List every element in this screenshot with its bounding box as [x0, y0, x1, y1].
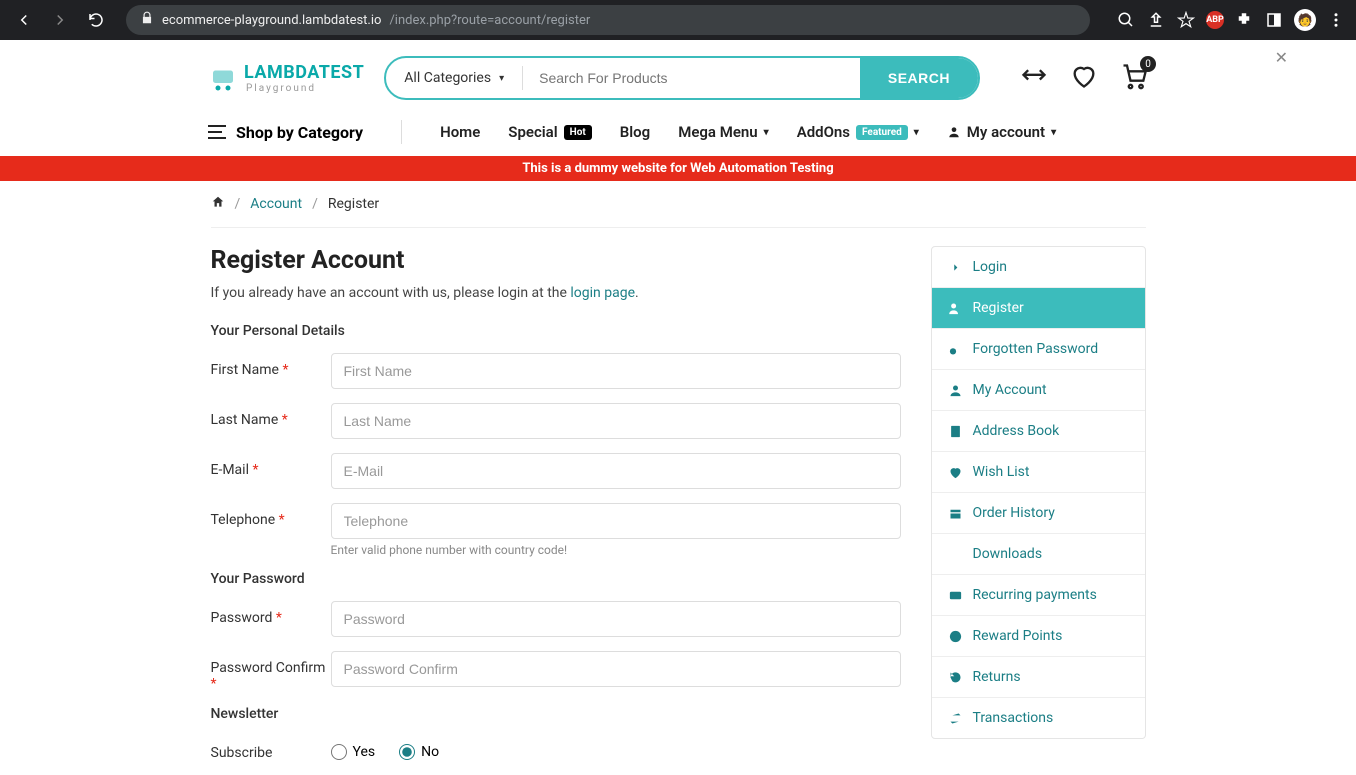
- sidebar-order-history[interactable]: Order History: [932, 493, 1145, 534]
- search-bar: All Categories ▾ SEARCH: [384, 56, 980, 100]
- chevron-down-icon: ▾: [764, 127, 769, 138]
- chevron-down-icon: ▾: [1051, 127, 1056, 138]
- subscribe-yes[interactable]: Yes: [331, 744, 376, 760]
- password-legend: Your Password: [211, 571, 901, 587]
- search-button[interactable]: SEARCH: [860, 58, 978, 98]
- email-label: E-Mail *: [211, 453, 331, 478]
- chrome-toolbar-icons: ABP 🧑: [1116, 9, 1346, 31]
- sidebar-transactions[interactable]: Transactions: [932, 698, 1145, 738]
- first-name-field[interactable]: [331, 353, 901, 389]
- breadcrumb-home[interactable]: [211, 195, 225, 213]
- breadcrumb-register: Register: [328, 196, 379, 212]
- chevron-down-icon: ▾: [914, 127, 919, 138]
- newsletter-legend: Newsletter: [211, 706, 901, 722]
- compare-icon[interactable]: [1020, 62, 1048, 94]
- close-icon[interactable]: ✕: [1275, 48, 1288, 67]
- featured-badge: Featured: [856, 125, 908, 140]
- password-confirm-field[interactable]: [331, 651, 901, 687]
- last-name-label: Last Name *: [211, 403, 331, 428]
- account-sidebar: Login Register Forgotten Password My Acc…: [931, 246, 1146, 739]
- telephone-help: Enter valid phone number with country co…: [331, 543, 901, 557]
- profile-avatar[interactable]: 🧑: [1294, 9, 1316, 31]
- bookmark-icon[interactable]: [1176, 10, 1196, 30]
- password-field[interactable]: [331, 601, 901, 637]
- login-page-link[interactable]: login page: [570, 285, 635, 301]
- subscribe-no[interactable]: No: [399, 744, 439, 760]
- cart-count-badge: 0: [1140, 56, 1156, 72]
- browser-forward-button[interactable]: [46, 6, 74, 34]
- page-title: Register Account: [211, 246, 901, 275]
- browser-back-button[interactable]: [10, 6, 38, 34]
- banner: This is a dummy website for Web Automati…: [0, 156, 1356, 181]
- url-bar[interactable]: ecommerce-playground.lambdatest.io/index…: [126, 5, 1090, 35]
- browser-reload-button[interactable]: [82, 6, 110, 34]
- logo[interactable]: LAMBDATEST Playground: [208, 62, 364, 94]
- zoom-icon[interactable]: [1116, 10, 1136, 30]
- panel-icon[interactable]: [1264, 10, 1284, 30]
- main-nav: Shop by Category Home Special Hot Blog M…: [208, 112, 1148, 156]
- url-path: /index.php?route=account/register: [389, 13, 590, 28]
- shop-by-category[interactable]: Shop by Category: [208, 123, 363, 142]
- url-host: ecommerce-playground.lambdatest.io: [162, 13, 381, 28]
- nav-mega-menu[interactable]: Mega Menu▾: [678, 123, 769, 141]
- sidebar-address-book[interactable]: Address Book: [932, 411, 1145, 452]
- header-row: LAMBDATEST Playground All Categories ▾ S…: [208, 50, 1148, 112]
- logo-subtext: Playground: [246, 83, 364, 94]
- abp-badge[interactable]: ABP: [1206, 11, 1224, 29]
- search-input[interactable]: [523, 70, 860, 86]
- nav-my-account[interactable]: My account▾: [947, 123, 1056, 141]
- extensions-icon[interactable]: [1234, 10, 1254, 30]
- nav-special[interactable]: Special Hot: [508, 123, 591, 141]
- telephone-field[interactable]: [331, 503, 901, 539]
- sidebar-recurring-payments[interactable]: Recurring payments: [932, 575, 1145, 616]
- sidebar-returns[interactable]: Returns: [932, 657, 1145, 698]
- browser-chrome: ecommerce-playground.lambdatest.io/index…: [0, 0, 1356, 40]
- telephone-label: Telephone *: [211, 503, 331, 528]
- sidebar-wish-list[interactable]: Wish List: [932, 452, 1145, 493]
- email-field[interactable]: [331, 453, 901, 489]
- nav-home[interactable]: Home: [440, 123, 480, 141]
- password-label: Password *: [211, 601, 331, 626]
- sidebar-login[interactable]: Login: [932, 247, 1145, 288]
- logo-text: LAMBDATEST: [244, 62, 364, 83]
- sidebar-register[interactable]: Register: [932, 288, 1145, 329]
- personal-details-legend: Your Personal Details: [211, 323, 901, 339]
- last-name-field[interactable]: [331, 403, 901, 439]
- sidebar-my-account[interactable]: My Account: [932, 370, 1145, 411]
- nav-addons[interactable]: AddOns Featured ▾: [797, 123, 919, 141]
- sidebar-downloads[interactable]: Downloads: [932, 534, 1145, 575]
- first-name-label: First Name *: [211, 353, 331, 378]
- login-hint: If you already have an account with us, …: [211, 285, 901, 301]
- sidebar-reward-points[interactable]: Reward Points: [932, 616, 1145, 657]
- sidebar-forgotten-password[interactable]: Forgotten Password: [932, 329, 1145, 370]
- cart-icon[interactable]: 0: [1120, 62, 1148, 94]
- wishlist-icon[interactable]: [1070, 62, 1098, 94]
- nav-blog[interactable]: Blog: [620, 123, 650, 141]
- search-category-dropdown[interactable]: All Categories ▾: [386, 70, 522, 86]
- breadcrumb-account[interactable]: Account: [250, 196, 302, 212]
- password-confirm-label: Password Confirm *: [211, 651, 331, 692]
- hot-badge: Hot: [564, 125, 592, 140]
- menu-icon[interactable]: [1326, 10, 1346, 30]
- share-icon[interactable]: [1146, 10, 1166, 30]
- breadcrumb: / Account / Register: [211, 181, 1146, 228]
- subscribe-label: Subscribe: [211, 736, 331, 761]
- chevron-down-icon: ▾: [499, 73, 504, 84]
- lock-icon: [140, 11, 154, 29]
